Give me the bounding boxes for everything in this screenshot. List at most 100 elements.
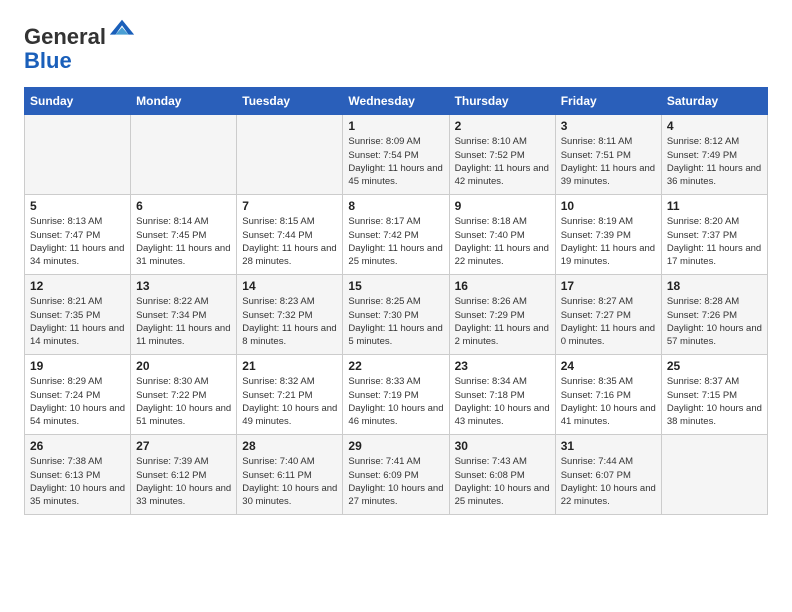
calendar-cell: 13Sunrise: 8:22 AM Sunset: 7:34 PM Dayli…: [131, 275, 237, 355]
day-number: 5: [30, 199, 125, 213]
day-number: 16: [455, 279, 550, 293]
day-number: 28: [242, 439, 337, 453]
day-info: Sunrise: 8:21 AM Sunset: 7:35 PM Dayligh…: [30, 295, 125, 348]
day-info: Sunrise: 7:44 AM Sunset: 6:07 PM Dayligh…: [561, 455, 656, 508]
day-info: Sunrise: 8:30 AM Sunset: 7:22 PM Dayligh…: [136, 375, 231, 428]
day-info: Sunrise: 8:14 AM Sunset: 7:45 PM Dayligh…: [136, 215, 231, 268]
calendar-cell: 17 Sunrise: 8:27 AM Sunset: 7:27 PM Dayli…: [555, 275, 661, 355]
header-cell-monday: Monday: [131, 88, 237, 115]
day-info: Sunrise: 7:39 AM Sunset: 6:12 PM Dayligh…: [136, 455, 231, 508]
day-info: Sunrise: 8:19 AM Sunset: 7:39 PM Dayligh…: [561, 215, 656, 268]
calendar-cell: 1 Sunrise: 8:09 AM Sunset: 7:54 PM Daylig…: [343, 115, 449, 195]
calendar-cell: 23 Sunrise: 8:34 AM Sunset: 7:18 PM Dayli…: [449, 355, 555, 435]
day-info: Sunrise: 7:41 AM Sunset: 6:09 PM Dayligh…: [348, 455, 443, 508]
calendar-cell: 14Sunrise: 8:23 AM Sunset: 7:32 PM Dayli…: [237, 275, 343, 355]
header: General Blue: [24, 20, 768, 73]
day-number: 29: [348, 439, 443, 453]
calendar-cell: 24 Sunrise: 8:35 AM Sunset: 7:16 PM Dayli…: [555, 355, 661, 435]
day-info: Sunrise: 7:43 AM Sunset: 6:08 PM Dayligh…: [455, 455, 550, 508]
calendar-cell: [237, 115, 343, 195]
day-number: 22: [348, 359, 443, 373]
calendar-cell: 19 Sunrise: 8:29 AM Sunset: 7:24 PM Dayli…: [25, 355, 131, 435]
day-info: Sunrise: 8:15 AM Sunset: 7:44 PM Dayligh…: [242, 215, 337, 268]
day-number: 23: [455, 359, 550, 373]
calendar-cell: 2Sunrise: 8:10 AM Sunset: 7:52 PM Daylig…: [449, 115, 555, 195]
calendar-cell: 29 Sunrise: 7:41 AM Sunset: 6:09 PM Dayli…: [343, 435, 449, 515]
week-row-2: 12 Sunrise: 8:21 AM Sunset: 7:35 PM Dayli…: [25, 275, 768, 355]
week-row-4: 26 Sunrise: 7:38 AM Sunset: 6:13 PM Dayli…: [25, 435, 768, 515]
day-info: Sunrise: 8:26 AM Sunset: 7:29 PM Dayligh…: [455, 295, 550, 348]
calendar-cell: 31 Sunrise: 7:44 AM Sunset: 6:07 PM Dayli…: [555, 435, 661, 515]
week-row-0: 1 Sunrise: 8:09 AM Sunset: 7:54 PM Daylig…: [25, 115, 768, 195]
calendar-cell: 6 Sunrise: 8:14 AM Sunset: 7:45 PM Daylig…: [131, 195, 237, 275]
calendar-cell: 8 Sunrise: 8:17 AM Sunset: 7:42 PM Daylig…: [343, 195, 449, 275]
day-info: Sunrise: 8:29 AM Sunset: 7:24 PM Dayligh…: [30, 375, 125, 428]
day-number: 1: [348, 119, 443, 133]
day-number: 12: [30, 279, 125, 293]
day-number: 9: [455, 199, 550, 213]
day-info: Sunrise: 7:38 AM Sunset: 6:13 PM Dayligh…: [30, 455, 125, 508]
day-info: Sunrise: 8:25 AM Sunset: 7:30 PM Dayligh…: [348, 295, 443, 348]
calendar-cell: [25, 115, 131, 195]
day-number: 15: [348, 279, 443, 293]
logo-blue-text: Blue: [24, 48, 72, 73]
day-info: Sunrise: 8:10 AM Sunset: 7:52 PM Dayligh…: [455, 135, 550, 188]
day-number: 20: [136, 359, 231, 373]
calendar-cell: 4Sunrise: 8:12 AM Sunset: 7:49 PM Daylig…: [661, 115, 767, 195]
calendar-cell: 10 Sunrise: 8:19 AM Sunset: 7:39 PM Dayli…: [555, 195, 661, 275]
day-info: Sunrise: 8:13 AM Sunset: 7:47 PM Dayligh…: [30, 215, 125, 268]
day-info: Sunrise: 8:37 AM Sunset: 7:15 PM Dayligh…: [667, 375, 762, 428]
page: General Blue SundayMondayTuesdayWednesda…: [0, 0, 792, 612]
calendar-cell: 9 Sunrise: 8:18 AM Sunset: 7:40 PM Daylig…: [449, 195, 555, 275]
calendar-cell: 7 Sunrise: 8:15 AM Sunset: 7:44 PM Daylig…: [237, 195, 343, 275]
logo-icon: [108, 16, 136, 44]
calendar-cell: [131, 115, 237, 195]
calendar-cell: 12 Sunrise: 8:21 AM Sunset: 7:35 PM Dayli…: [25, 275, 131, 355]
day-info: Sunrise: 8:32 AM Sunset: 7:21 PM Dayligh…: [242, 375, 337, 428]
header-cell-friday: Friday: [555, 88, 661, 115]
day-number: 17: [561, 279, 656, 293]
day-info: Sunrise: 8:22 AM Sunset: 7:34 PM Dayligh…: [136, 295, 231, 348]
day-info: Sunrise: 8:33 AM Sunset: 7:19 PM Dayligh…: [348, 375, 443, 428]
calendar-cell: 20 Sunrise: 8:30 AM Sunset: 7:22 PM Dayli…: [131, 355, 237, 435]
day-number: 7: [242, 199, 337, 213]
header-cell-wednesday: Wednesday: [343, 88, 449, 115]
day-number: 27: [136, 439, 231, 453]
day-info: Sunrise: 8:20 AM Sunset: 7:37 PM Dayligh…: [667, 215, 762, 268]
header-cell-tuesday: Tuesday: [237, 88, 343, 115]
day-number: 21: [242, 359, 337, 373]
day-info: Sunrise: 8:23 AM Sunset: 7:32 PM Dayligh…: [242, 295, 337, 348]
day-info: Sunrise: 8:11 AM Sunset: 7:51 PM Dayligh…: [561, 135, 656, 188]
calendar-cell: 27 Sunrise: 7:39 AM Sunset: 6:12 PM Dayli…: [131, 435, 237, 515]
day-info: Sunrise: 8:34 AM Sunset: 7:18 PM Dayligh…: [455, 375, 550, 428]
calendar-cell: 25 Sunrise: 8:37 AM Sunset: 7:15 PM Dayli…: [661, 355, 767, 435]
day-number: 18: [667, 279, 762, 293]
day-number: 31: [561, 439, 656, 453]
calendar-cell: 3Sunrise: 8:11 AM Sunset: 7:51 PM Daylig…: [555, 115, 661, 195]
day-number: 11: [667, 199, 762, 213]
calendar-cell: 5 Sunrise: 8:13 AM Sunset: 7:47 PM Daylig…: [25, 195, 131, 275]
day-number: 6: [136, 199, 231, 213]
logo: General Blue: [24, 20, 136, 73]
day-number: 19: [30, 359, 125, 373]
day-number: 8: [348, 199, 443, 213]
day-number: 24: [561, 359, 656, 373]
day-info: Sunrise: 8:09 AM Sunset: 7:54 PM Dayligh…: [348, 135, 443, 188]
calendar-cell: 16 Sunrise: 8:26 AM Sunset: 7:29 PM Dayli…: [449, 275, 555, 355]
calendar-cell: 11 Sunrise: 8:20 AM Sunset: 7:37 PM Dayli…: [661, 195, 767, 275]
day-number: 4: [667, 119, 762, 133]
header-cell-thursday: Thursday: [449, 88, 555, 115]
calendar-cell: 26 Sunrise: 7:38 AM Sunset: 6:13 PM Dayli…: [25, 435, 131, 515]
day-info: Sunrise: 8:18 AM Sunset: 7:40 PM Dayligh…: [455, 215, 550, 268]
day-info: Sunrise: 8:27 AM Sunset: 7:27 PM Dayligh…: [561, 295, 656, 348]
calendar-cell: 30Sunrise: 7:43 AM Sunset: 6:08 PM Dayli…: [449, 435, 555, 515]
calendar-table: SundayMondayTuesdayWednesdayThursdayFrid…: [24, 87, 768, 515]
day-info: Sunrise: 8:35 AM Sunset: 7:16 PM Dayligh…: [561, 375, 656, 428]
day-number: 25: [667, 359, 762, 373]
day-number: 10: [561, 199, 656, 213]
header-row: SundayMondayTuesdayWednesdayThursdayFrid…: [25, 88, 768, 115]
week-row-1: 5 Sunrise: 8:13 AM Sunset: 7:47 PM Daylig…: [25, 195, 768, 275]
day-info: Sunrise: 8:17 AM Sunset: 7:42 PM Dayligh…: [348, 215, 443, 268]
day-number: 26: [30, 439, 125, 453]
calendar-cell: 18Sunrise: 8:28 AM Sunset: 7:26 PM Dayli…: [661, 275, 767, 355]
